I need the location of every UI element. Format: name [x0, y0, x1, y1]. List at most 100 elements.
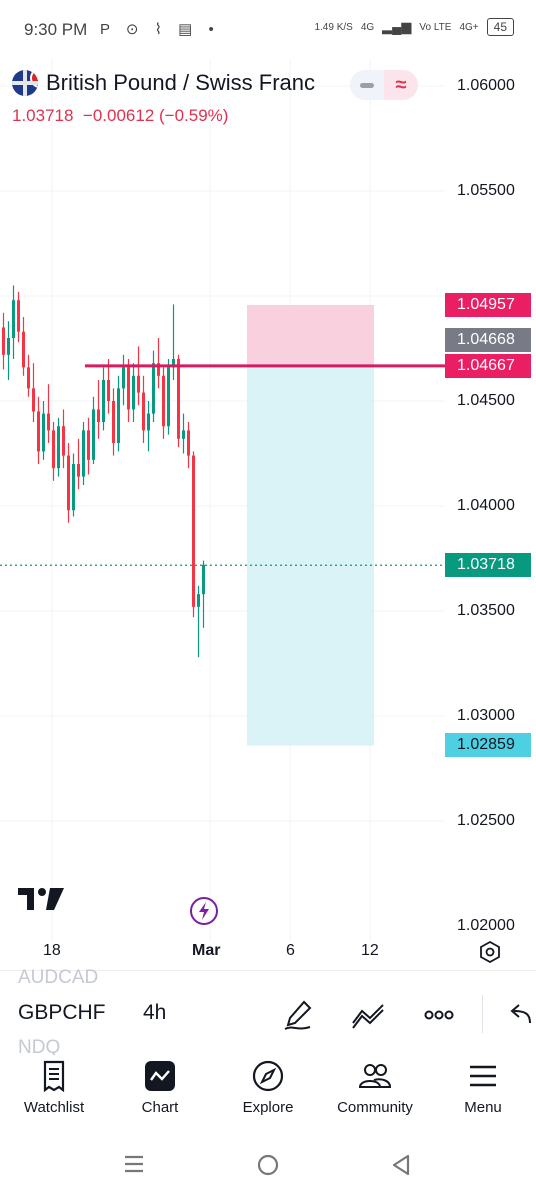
undo-icon[interactable] [500, 997, 536, 1033]
candle-body [127, 367, 130, 410]
price-label: 1.02000 [457, 917, 515, 934]
candle-body [107, 380, 110, 401]
symbol-bar: AUDCAD GBPCHF 4h NDQ [0, 967, 536, 1056]
bottom-nav: Watchlist Chart Explore Community Menu [0, 1055, 536, 1135]
chart-icon [145, 1061, 175, 1091]
battery-icon: 45 [486, 18, 514, 36]
candle-body [52, 430, 55, 469]
price-chart[interactable] [0, 60, 445, 940]
nav-label: Explore [242, 1099, 294, 1116]
chart-grid [0, 60, 445, 940]
candle-body [97, 409, 100, 422]
candle-body [72, 464, 75, 511]
status-right: 1.49 K/S 4G ▂▄▆ Vo LTE 4G+ 45 [314, 18, 514, 36]
network-speed: 1.49 K/S [314, 21, 353, 33]
currency-flag-icon [12, 70, 38, 96]
approx-icon: ≈ [395, 73, 407, 96]
nav-label: Menu [464, 1099, 502, 1116]
gray-price-tag: 1.04668 [445, 328, 531, 352]
candle-body [12, 300, 15, 338]
price-label: 1.04000 [457, 497, 515, 514]
candle-body [17, 300, 20, 332]
current-price-tag: 1.03718 [445, 553, 531, 577]
lightning-icon[interactable] [189, 896, 219, 926]
draw-pen-icon[interactable] [280, 997, 316, 1033]
watchlist-icon [43, 1060, 65, 1093]
symbol-ticker[interactable]: GBPCHF [18, 1001, 106, 1025]
stop-loss-zone [247, 305, 374, 366]
recent-apps-icon[interactable] [123, 1153, 145, 1175]
candle-body [152, 363, 155, 414]
target-price-tag: 1.02859 [445, 733, 531, 757]
candle-body [177, 359, 180, 439]
header-buttons: ≈ [350, 70, 418, 100]
symbol-header[interactable]: British Pound / Swiss Franc [12, 70, 315, 96]
network-type: 4G [360, 21, 375, 33]
candle-body [42, 413, 45, 452]
candle-body [27, 367, 30, 389]
nav-community[interactable]: Community [325, 1059, 425, 1116]
time-axis[interactable]: 18 Mar 6 12 [0, 940, 536, 970]
price-scale[interactable]: 1.06000 1.05500 1.04500 1.04000 1.03500 … [445, 60, 536, 940]
candle-body [57, 426, 60, 469]
status-time: 9:30 PM [24, 20, 88, 39]
last-price: 1.03718 [12, 106, 74, 125]
time-tick: 6 [286, 942, 295, 959]
trend-line-icon[interactable] [350, 997, 386, 1033]
network-type-2: 4G+ [459, 21, 479, 33]
candle-body [22, 331, 25, 368]
compare-button[interactable]: ≈ [384, 70, 418, 100]
nav-chart[interactable]: Chart [110, 1059, 210, 1116]
entry-price-tag: 1.04667 [445, 354, 531, 378]
candle-body [87, 430, 90, 460]
nav-menu[interactable]: Menu [433, 1059, 533, 1116]
settings-icon[interactable] [478, 940, 502, 964]
candle-body [167, 367, 170, 427]
system-nav-bar [0, 1135, 536, 1200]
candle-body [182, 430, 185, 439]
candle-body [77, 464, 80, 477]
nav-label: Watchlist [23, 1099, 85, 1116]
status-bar: 9:30 PM P ⊙ ⌇ ▤ • 1.49 K/S 4G ▂▄▆ Vo LTE… [0, 0, 536, 60]
nav-explore[interactable]: Explore [218, 1059, 318, 1116]
menu-icon [470, 1065, 496, 1087]
candle-body [7, 338, 10, 355]
symbol-name: British Pound / Swiss Franc [46, 70, 315, 95]
next-symbol[interactable]: NDQ [18, 1037, 60, 1055]
price-label: 1.06000 [457, 77, 515, 94]
candle-body [62, 426, 65, 456]
interval-button[interactable]: 4h [143, 1001, 166, 1025]
candle-body [32, 388, 35, 412]
nav-label: Chart [141, 1099, 179, 1116]
minus-icon [360, 82, 374, 88]
time-tick: 18 [43, 942, 61, 959]
notification-icons: P ⊙ ⌇ ▤ • [100, 21, 220, 38]
more-icon[interactable] [421, 997, 457, 1033]
stop-price-tag: 1.04957 [445, 293, 531, 317]
home-icon[interactable] [256, 1153, 280, 1177]
candle-body [37, 411, 40, 452]
community-icon [358, 1064, 392, 1088]
price-change: −0.00612 (−0.59%) [82, 106, 229, 125]
nav-watchlist[interactable]: Watchlist [4, 1059, 104, 1116]
nav-label: Community [337, 1099, 413, 1116]
candle-body [162, 375, 165, 427]
explore-icon [252, 1060, 284, 1092]
hide-button[interactable] [350, 70, 384, 100]
back-icon[interactable] [390, 1153, 412, 1177]
price-label: 1.03500 [457, 602, 515, 619]
candle-body [67, 455, 70, 511]
price-label: 1.02500 [457, 812, 515, 829]
take-profit-zone [247, 365, 374, 746]
candle-body [142, 392, 145, 431]
candle-body [197, 594, 200, 607]
candle-body [82, 430, 85, 477]
candle-body [192, 455, 195, 607]
time-tick: Mar [192, 942, 221, 959]
candles [2, 285, 205, 658]
prev-symbol[interactable]: AUDCAD [18, 967, 98, 989]
candle-body [147, 413, 150, 431]
candle-body [117, 388, 120, 443]
candle-body [2, 327, 5, 355]
candle-body [122, 367, 125, 389]
